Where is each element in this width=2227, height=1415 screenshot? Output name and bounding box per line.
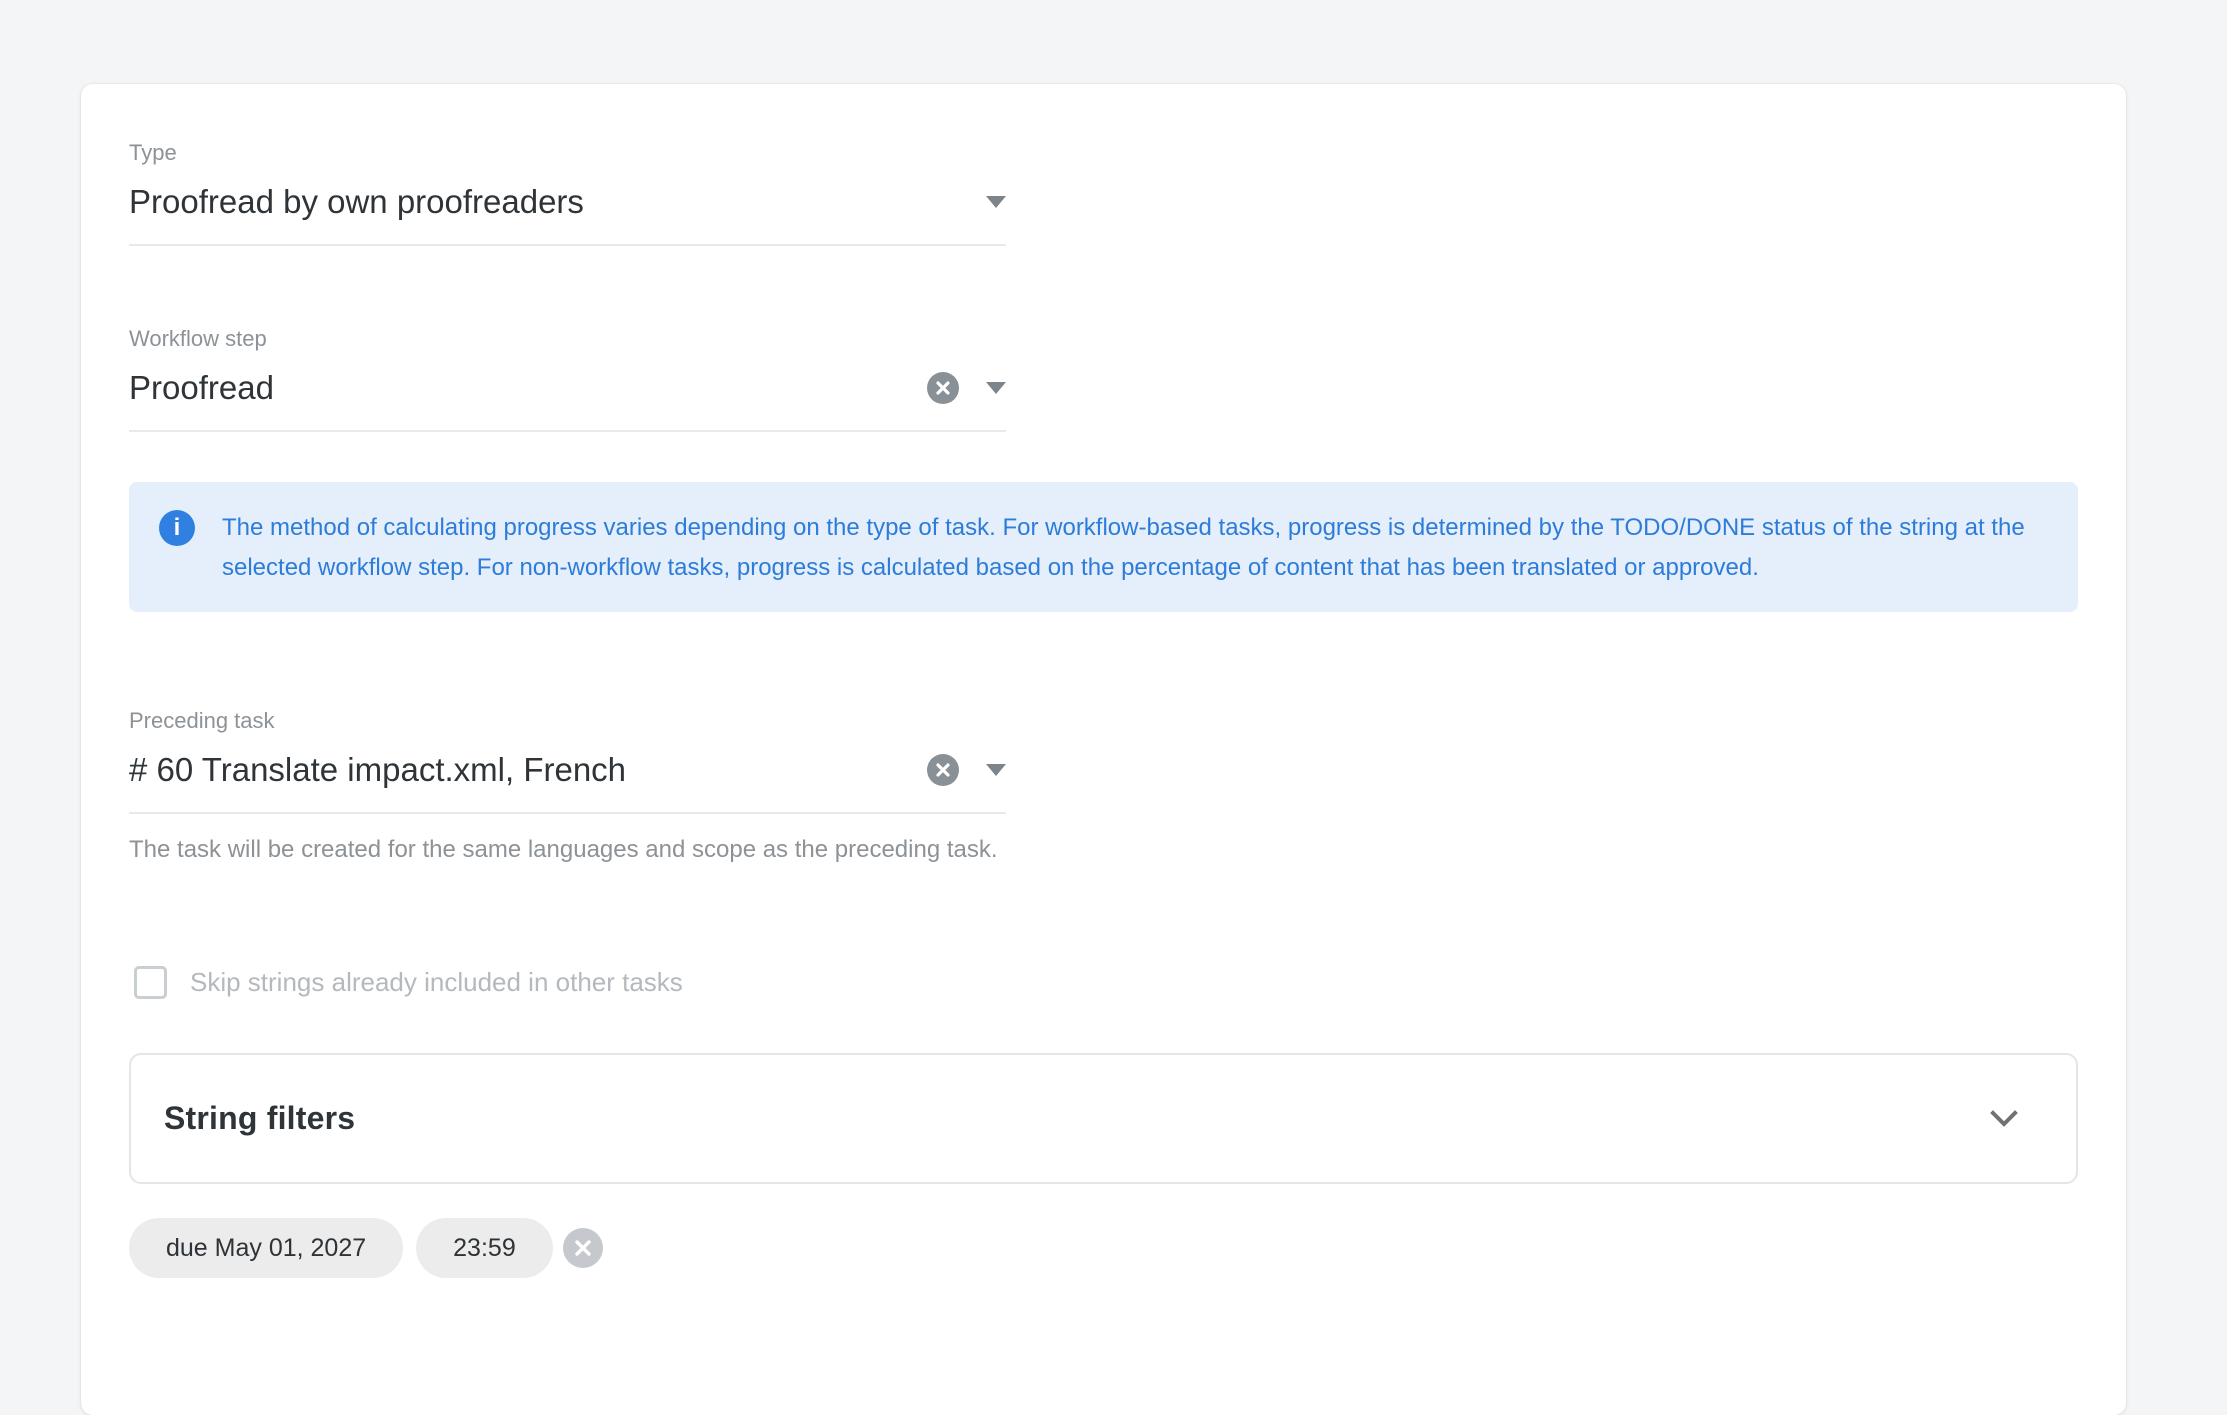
preceding-task-helper-text: The task will be created for the same la…: [129, 832, 1006, 867]
chevron-down-icon: [986, 764, 1006, 776]
due-date-chips-row: due May 01, 2027 23:59: [129, 1218, 2078, 1278]
preceding-task-select-controls: [927, 754, 1006, 786]
type-select-value: Proofread by own proofreaders: [129, 180, 584, 224]
preceding-task-select[interactable]: # 60 Translate impact.xml, French: [129, 748, 1006, 814]
string-filters-panel-header[interactable]: String filters: [129, 1053, 2078, 1184]
preceding-task-field-label: Preceding task: [129, 708, 1006, 734]
chevron-down-icon: [986, 382, 1006, 394]
clear-workflow-step-button[interactable]: [927, 372, 959, 404]
type-field: Type Proofread by own proofreaders: [129, 140, 1006, 246]
workflow-step-select[interactable]: Proofread: [129, 366, 1006, 432]
type-field-label: Type: [129, 140, 1006, 166]
skip-strings-checkbox-label: Skip strings already included in other t…: [190, 965, 683, 999]
skip-strings-checkbox[interactable]: [134, 966, 167, 999]
preceding-task-select-value: # 60 Translate impact.xml, French: [129, 748, 626, 792]
workflow-step-field: Workflow step Proofread: [129, 326, 1006, 432]
due-date-chip[interactable]: due May 01, 2027: [129, 1218, 403, 1278]
due-time-chip[interactable]: 23:59: [416, 1218, 553, 1278]
clear-preceding-task-button[interactable]: [927, 754, 959, 786]
remove-due-date-button[interactable]: [563, 1228, 603, 1268]
workflow-step-field-label: Workflow step: [129, 326, 1006, 352]
chevron-down-icon: [1990, 1110, 2018, 1128]
progress-info-text: The method of calculating progress varie…: [222, 508, 2040, 588]
string-filters-title: String filters: [164, 1100, 355, 1137]
close-icon: [935, 762, 951, 778]
task-form-content: Type Proofread by own proofreaders Workf…: [81, 84, 2126, 1278]
close-icon: [573, 1238, 593, 1258]
info-icon: i: [159, 510, 195, 546]
workflow-step-select-value: Proofread: [129, 366, 274, 410]
task-form-page: Type Proofread by own proofreaders Workf…: [0, 0, 2227, 1415]
chevron-down-icon: [986, 196, 1006, 208]
skip-strings-checkbox-row[interactable]: Skip strings already included in other t…: [129, 965, 683, 999]
close-icon: [935, 380, 951, 396]
type-select-controls: [986, 196, 1006, 208]
type-select[interactable]: Proofread by own proofreaders: [129, 180, 1006, 246]
preceding-task-field: Preceding task # 60 Translate impact.xml…: [129, 708, 1006, 814]
progress-info-notice: i The method of calculating progress var…: [129, 482, 2078, 612]
task-form-card: Type Proofread by own proofreaders Workf…: [81, 84, 2126, 1415]
workflow-step-select-controls: [927, 372, 1006, 404]
